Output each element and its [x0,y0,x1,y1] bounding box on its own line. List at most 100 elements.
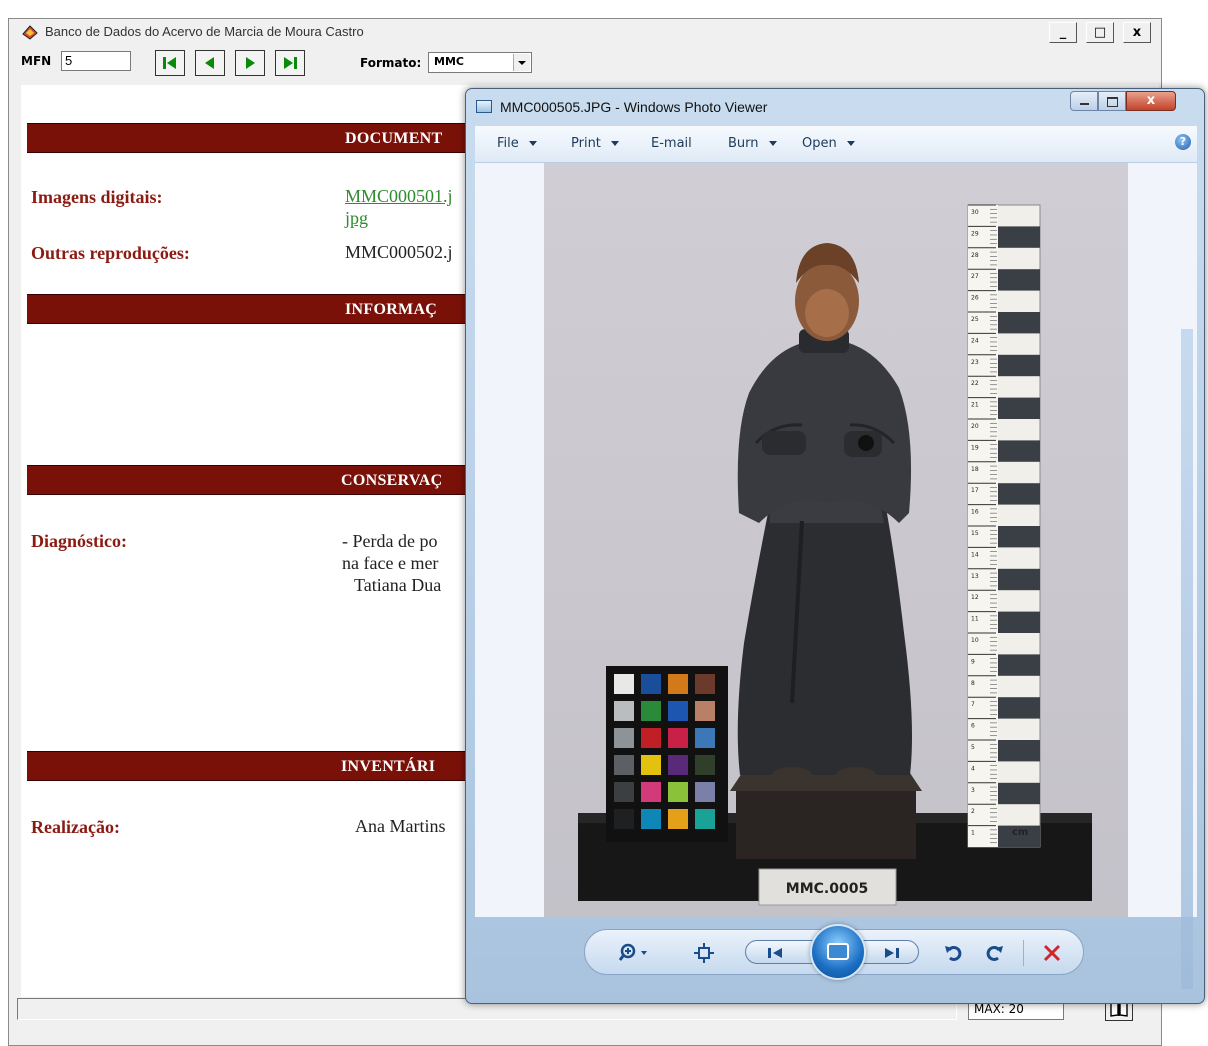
color-patch [695,674,715,694]
delete-icon[interactable] [1042,943,1062,963]
first-icon [163,57,176,69]
ruler-number: 18 [971,466,979,473]
dropdown-arrow-icon [846,141,855,146]
app-icon [22,25,38,40]
previous-record-button[interactable] [195,50,225,76]
ruler-block [998,697,1040,719]
rotate-counterclockwise-icon[interactable] [943,942,965,964]
record-toolbar: MFN 5 Formato: MMC [9,45,1161,77]
ruler-number: 1 [971,830,975,837]
viewer-controls-bar [584,924,1084,980]
viewer-close-button[interactable]: x [1126,91,1176,111]
zoom-icon[interactable] [619,942,651,964]
ruler-block [998,397,1040,419]
diagnostico-line: Tatiana Dua [354,575,442,595]
image-link[interactable]: MMC000501.j [345,186,453,207]
format-select[interactable]: MMC [428,52,532,73]
menu-burn[interactable]: Burn [728,136,777,151]
photo-viewer-icon [476,100,492,113]
color-patch [695,755,715,775]
separator [1023,940,1024,966]
next-image-button[interactable] [857,940,919,964]
ruler-block [998,740,1040,762]
ruler-blocks [998,226,1040,847]
mfn-input[interactable]: 5 [61,51,131,71]
next-record-button[interactable] [235,50,265,76]
chevron-down-icon[interactable] [513,54,530,71]
viewer-menu-bar: File Print E-mail Burn Open ? [475,126,1197,163]
ruler-number: 24 [971,337,979,344]
color-patch [641,674,661,694]
main-titlebar[interactable]: Banco de Dados do Acervo de Marcia de Mo… [9,19,1161,45]
ruler-number: 2 [971,808,975,815]
ruler-number: 10 [971,637,979,644]
slideshow-button[interactable] [810,924,866,980]
menu-open[interactable]: Open [802,136,855,151]
ruler-block [998,312,1040,334]
format-label: Formato: [360,56,422,70]
viewer-maximize-button[interactable] [1098,91,1126,111]
ruler-number: 7 [971,701,975,708]
photo-viewer-window: MMC000505.JPG - Windows Photo Viewer x F… [465,88,1205,1004]
menu-print[interactable]: Print [571,136,619,151]
menu-file[interactable]: File [497,136,537,151]
last-icon [284,57,297,69]
color-patch [641,728,661,748]
color-patch [668,728,688,748]
image-link-continued[interactable]: jpg [345,208,368,229]
measuring-ruler: 3029282726252423222120191817161514131211… [967,204,1041,848]
minimize-button[interactable]: _ [1049,22,1077,43]
image-display-area[interactable]: 30 29 28 27 26 25 24 23 22 21 20 19 18 17 16 15 14 13 12 11… [475,163,1197,917]
color-checker [606,666,728,842]
ruler-block [998,782,1040,805]
color-patch [641,809,661,829]
field-label-imagens: Imagens digitais: [31,187,163,207]
statue-photo-illustration: 3029282726252423222120191817161514131211… [578,204,1092,906]
color-patch [668,674,688,694]
ruler-number: 23 [971,359,979,366]
maximize-button[interactable]: □ [1086,22,1114,43]
section-title: INVENTÁRI [341,758,436,775]
field-value-outras: MMC000502.j [345,242,453,262]
ruler-number: 20 [971,423,979,430]
ruler-number: 9 [971,658,975,665]
next-icon [246,57,255,69]
ruler-number: 30 [971,209,979,216]
close-button[interactable]: x [1123,22,1151,43]
field-label-diagnostico: Diagnóstico: [31,531,127,551]
first-record-button[interactable] [155,50,185,76]
color-patch [668,809,688,829]
slideshow-icon [827,943,849,960]
actual-size-icon[interactable] [693,942,715,964]
ruler-number: 11 [971,616,979,623]
color-patch [668,755,688,775]
ruler-number: 25 [971,316,979,323]
viewer-scrollbar[interactable] [1181,329,1193,989]
diagnostico-line: na face e mer [342,553,439,573]
viewer-title: MMC000505.JPG - Windows Photo Viewer [500,99,768,115]
menu-email[interactable]: E-mail [651,136,692,151]
ruler-number: 6 [971,723,975,730]
dropdown-arrow-icon [610,141,619,146]
previous-icon [205,57,214,69]
color-patch [614,674,634,694]
ruler-number: 19 [971,444,979,451]
ruler-unit: cm [1012,827,1028,838]
help-icon[interactable]: ? [1175,134,1191,150]
ruler-block [998,611,1040,633]
ruler-block [998,354,1040,377]
ruler-block [998,526,1040,548]
color-patch [668,701,688,721]
color-patch [641,755,661,775]
rotate-clockwise-icon[interactable] [983,942,1005,964]
viewer-minimize-button[interactable] [1070,91,1098,111]
last-record-button[interactable] [275,50,305,76]
main-window-title: Banco de Dados do Acervo de Marcia de Mo… [45,24,364,39]
color-patch [614,809,634,829]
dropdown-arrow-icon [768,141,777,146]
ruler-number: 3 [971,787,975,794]
ruler-number: 15 [971,530,979,537]
format-value: MMC [434,55,464,68]
color-patch [614,701,634,721]
ruler-number: 26 [971,295,979,302]
